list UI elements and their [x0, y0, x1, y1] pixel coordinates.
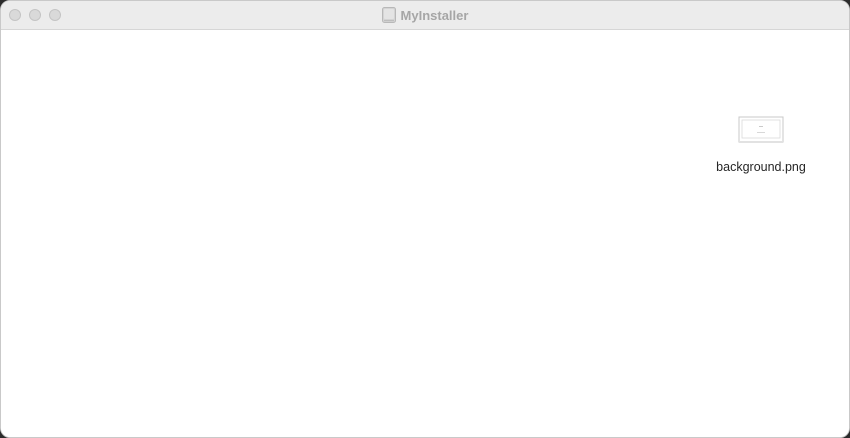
image-file-icon[interactable]	[738, 116, 784, 144]
disk-volume-icon	[381, 7, 396, 23]
file-name-label: background.png	[716, 160, 806, 174]
finder-window: MyInstaller background.png	[0, 0, 850, 438]
window-title: MyInstaller	[400, 7, 469, 23]
title-bar[interactable]: MyInstaller	[1, 1, 849, 30]
file-item-background-png[interactable]: background.png	[701, 116, 821, 174]
window-content-area[interactable]: background.png	[1, 30, 849, 437]
window-title-group: MyInstaller	[1, 1, 849, 29]
